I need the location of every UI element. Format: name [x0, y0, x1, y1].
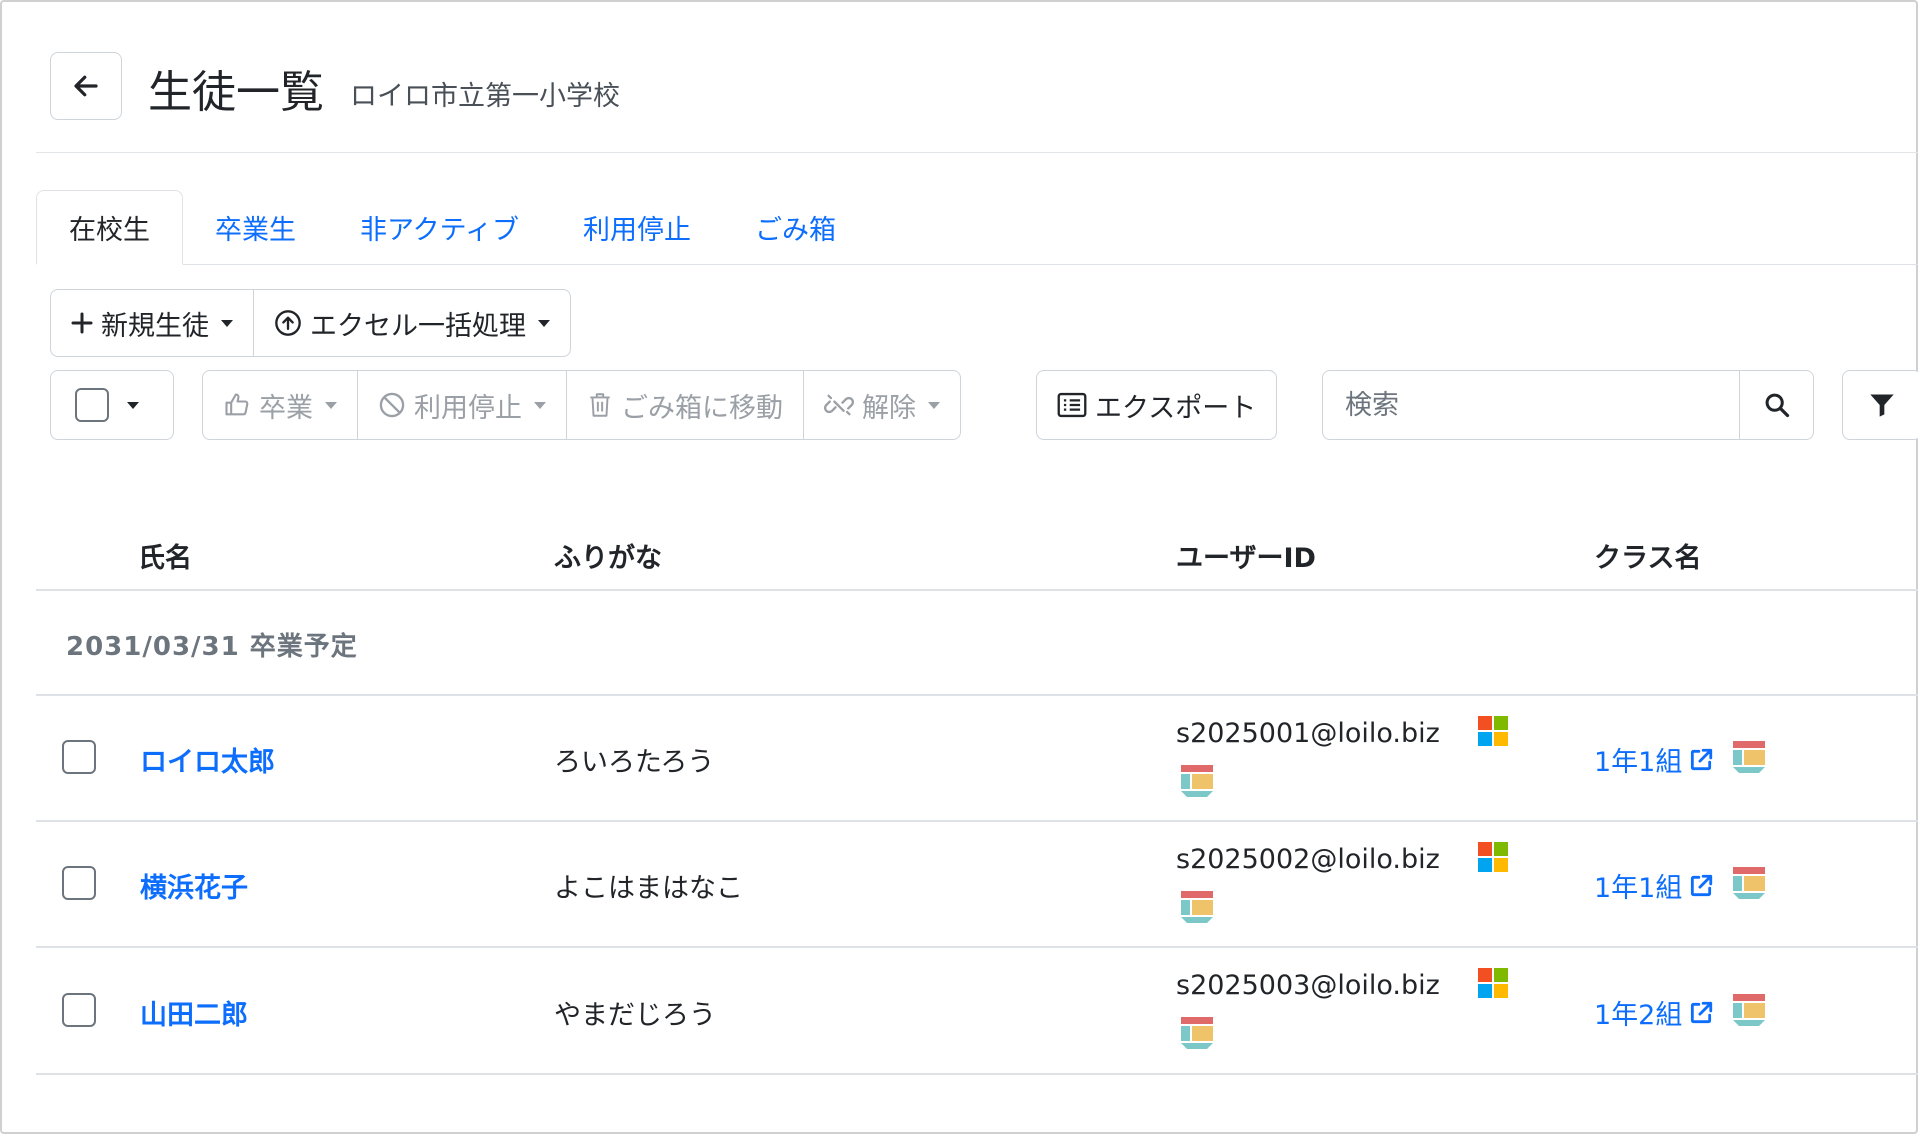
furigana-cell: やまだじろう	[554, 1000, 716, 1031]
tab-inactive[interactable]: 非アクティブ	[328, 190, 551, 265]
plus-icon	[71, 312, 93, 334]
header-divider	[36, 152, 1918, 153]
suspend-label: 利用停止	[414, 392, 522, 424]
external-link-icon	[1691, 874, 1713, 896]
header-divider-line	[36, 589, 1918, 591]
column-header-user-id[interactable]: ユーザーID	[1176, 536, 1316, 575]
furigana-cell: よこはまはなこ	[554, 873, 743, 904]
caret-down-icon	[221, 319, 233, 327]
row-checkbox[interactable]	[62, 740, 96, 774]
external-link-icon	[1691, 1001, 1713, 1023]
caret-down-icon	[928, 401, 940, 409]
thumbs-up-icon	[225, 393, 249, 416]
filter-icon	[1870, 394, 1894, 417]
release-label: 解除	[862, 392, 916, 424]
student-status-tabs: 在校生 卒業生 非アクティブ 利用停止 ごみ箱	[36, 190, 1918, 265]
filter-button[interactable]	[1842, 370, 1918, 440]
row-checkbox[interactable]	[62, 993, 96, 1027]
class-name-label: 1年1組	[1594, 873, 1683, 904]
loilonote-logo-icon	[1181, 1017, 1213, 1049]
row-divider	[36, 946, 1918, 948]
search-input[interactable]	[1323, 371, 1739, 439]
move-to-trash-label: ごみ箱に移動	[621, 392, 783, 424]
tab-trash[interactable]: ごみ箱	[723, 190, 868, 265]
class-name-link[interactable]: 1年2組	[1594, 993, 1714, 1032]
graduate-label: 卒業	[259, 392, 313, 424]
row-divider	[36, 820, 1918, 822]
caret-down-icon	[534, 401, 546, 409]
bulk-action-group: 卒業 利用停止 ごみ箱に移動 解除	[202, 370, 961, 440]
microsoft-logo-icon	[1478, 968, 1508, 998]
export-group: エクスポート	[1036, 370, 1278, 440]
row-divider	[36, 1073, 1918, 1075]
unlink-icon	[824, 394, 854, 416]
search-box	[1322, 370, 1814, 440]
class-name-label: 1年1組	[1594, 747, 1683, 778]
new-student-label: 新規生徒	[101, 310, 209, 342]
excel-bulk-button[interactable]: エクセル一括処理	[254, 290, 570, 356]
trash-icon	[590, 393, 610, 417]
student-name-link[interactable]: ロイロ太郎	[140, 740, 275, 779]
row-divider	[36, 694, 1918, 696]
arrow-left-icon	[74, 75, 98, 97]
caret-down-icon	[538, 319, 550, 327]
microsoft-logo-icon	[1478, 716, 1508, 746]
ban-icon	[379, 392, 405, 418]
select-all-dropdown[interactable]	[50, 370, 174, 440]
user-id-cell: s2025002@loilo.biz	[1176, 844, 1440, 875]
column-header-name[interactable]: 氏名	[138, 536, 192, 575]
loilonote-logo-icon	[1733, 867, 1765, 899]
loilonote-logo-icon	[1181, 891, 1213, 923]
export-label: エクスポート	[1095, 392, 1257, 424]
caret-down-icon	[325, 401, 337, 409]
column-header-class-name[interactable]: クラス名	[1594, 536, 1701, 575]
export-button[interactable]: エクスポート	[1037, 371, 1276, 439]
excel-bulk-label: エクセル一括処理	[310, 310, 526, 342]
furigana-cell: ろいろたろう	[554, 747, 715, 778]
caret-down-icon	[127, 401, 139, 409]
select-all-button[interactable]	[51, 371, 163, 439]
new-student-button[interactable]: 新規生徒	[51, 290, 254, 356]
user-id-cell: s2025001@loilo.biz	[1176, 718, 1440, 749]
graduate-button[interactable]: 卒業	[203, 371, 358, 439]
row-checkbox[interactable]	[62, 866, 96, 900]
school-name: ロイロ市立第一小学校	[350, 81, 620, 112]
class-name-link[interactable]: 1年1組	[1594, 740, 1714, 779]
select-all-checkbox[interactable]	[75, 388, 109, 422]
class-name-label: 1年2組	[1594, 1000, 1683, 1031]
external-link-icon	[1691, 748, 1713, 770]
loilonote-logo-icon	[1181, 765, 1213, 797]
move-to-trash-button[interactable]: ごみ箱に移動	[567, 371, 804, 439]
graduation-group-label: 2031/03/31 卒業予定	[66, 632, 358, 662]
page-title: 生徒一覧	[148, 67, 324, 118]
class-name-link[interactable]: 1年1組	[1594, 866, 1714, 905]
list-box-icon	[1057, 392, 1087, 418]
create-button-group: 新規生徒 エクセル一括処理	[50, 289, 571, 357]
tab-current-students[interactable]: 在校生	[36, 190, 183, 265]
back-button[interactable]	[50, 52, 122, 120]
column-header-furigana[interactable]: ふりがな	[554, 536, 662, 575]
loilonote-logo-icon	[1733, 994, 1765, 1026]
search-button[interactable]	[1739, 371, 1813, 439]
loilonote-logo-icon	[1733, 741, 1765, 773]
tab-suspended[interactable]: 利用停止	[551, 190, 723, 265]
search-icon	[1765, 393, 1789, 418]
tab-graduates[interactable]: 卒業生	[183, 190, 328, 265]
user-id-cell: s2025003@loilo.biz	[1176, 970, 1440, 1001]
upload-circle-icon	[275, 310, 301, 336]
suspend-button[interactable]: 利用停止	[358, 371, 567, 439]
student-name-link[interactable]: 横浜花子	[140, 866, 248, 905]
student-name-link[interactable]: 山田二郎	[140, 993, 248, 1032]
release-button[interactable]: 解除	[804, 371, 960, 439]
microsoft-logo-icon	[1478, 842, 1508, 872]
